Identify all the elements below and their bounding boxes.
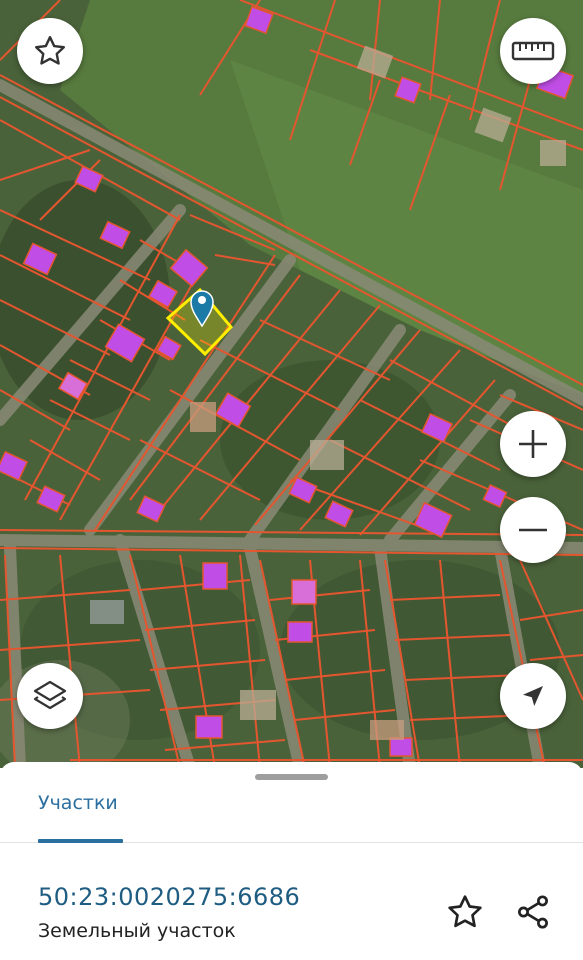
star-outline-icon [32,33,68,69]
ruler-icon [511,38,555,64]
star-outline-icon [445,892,485,936]
map-view[interactable] [0,0,583,768]
ruler-button[interactable] [500,18,566,84]
my-location-button[interactable] [500,663,566,729]
layers-button[interactable] [17,663,83,729]
zoom-in-button[interactable] [500,411,566,477]
share-parcel-button[interactable] [511,892,555,936]
parcel-type: Земельный участок [38,920,236,942]
minus-icon [515,512,551,548]
tab-parcels[interactable]: Участки [38,786,123,843]
drag-handle[interactable] [255,774,328,780]
tab-bar: Участки [0,786,583,843]
satellite-map[interactable] [0,0,583,768]
navigation-arrow-icon [518,681,548,711]
favorite-map-button[interactable] [17,18,83,84]
cadastral-number: 50:23:0020275:6686 [38,883,301,911]
tab-active-indicator [38,839,123,843]
favorite-parcel-button[interactable] [443,892,487,936]
share-icon [514,893,552,935]
parcel-card[interactable]: 50:23:0020275:6686 Земельный участок [38,880,300,946]
zoom-out-button[interactable] [500,497,566,563]
tab-parcels-label: Участки [38,792,118,814]
bottom-sheet: Участки 50:23:0020275:6686 Земельный уча… [0,762,583,960]
layers-icon [30,676,70,716]
plus-icon [515,426,551,462]
